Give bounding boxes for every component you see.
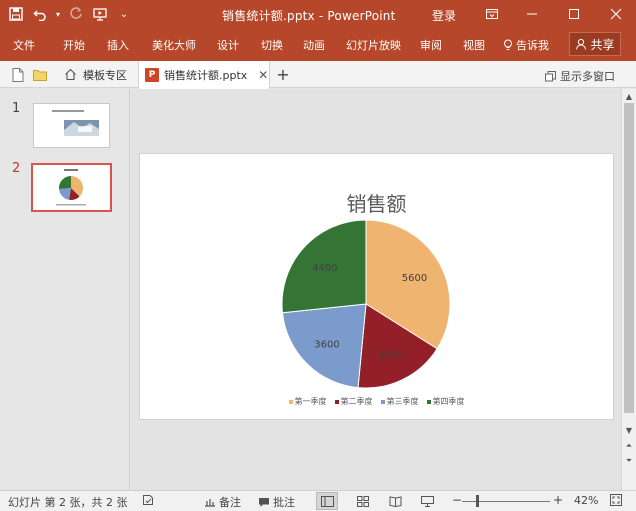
scrollbar-thumb[interactable] xyxy=(624,103,634,413)
open-folder-icon[interactable] xyxy=(32,67,48,83)
tab-close-icon[interactable]: ✕ xyxy=(258,68,268,82)
home-icon xyxy=(65,68,76,81)
new-document-icon[interactable] xyxy=(10,67,26,83)
chart-legend[interactable]: 第一季度 第二季度 第三季度 第四季度 xyxy=(140,396,613,407)
legend-entry-2[interactable]: 第二季度 xyxy=(334,396,373,407)
scroll-down-icon[interactable]: ▼ xyxy=(624,425,634,435)
minimize-icon[interactable] xyxy=(512,0,552,28)
menu-animations[interactable]: 动画 xyxy=(303,37,325,53)
normal-view-icon[interactable] xyxy=(316,492,338,510)
legend-swatch xyxy=(288,399,293,404)
maximize-icon[interactable] xyxy=(554,0,594,28)
menu-file[interactable]: 文件 xyxy=(13,37,35,53)
ribbon-display-options-icon[interactable] xyxy=(472,0,512,28)
zoom-level[interactable]: 42% xyxy=(574,494,598,507)
menu-slide-show[interactable]: 幻灯片放映 xyxy=(346,37,401,53)
spell-check-icon[interactable] xyxy=(142,494,154,506)
legend-entry-3[interactable]: 第三季度 xyxy=(380,396,419,407)
slide-1-preview xyxy=(52,110,99,136)
redo-icon[interactable] xyxy=(66,4,86,24)
scroll-up-icon[interactable]: ▲ xyxy=(624,91,634,101)
multi-window-icon xyxy=(545,70,556,81)
menu-view[interactable]: 视图 xyxy=(463,37,485,53)
tell-me-search[interactable]: 告诉我 xyxy=(503,37,549,53)
share-label: 共享 xyxy=(590,37,615,52)
previous-slide-icon[interactable]: ⏶ xyxy=(624,441,634,451)
legend-swatch xyxy=(334,399,339,404)
slide-counter: 幻灯片 第 2 张，共 2 张 xyxy=(8,496,128,509)
tab-template-zone-label: 模板专区 xyxy=(83,68,127,82)
legend-label: 第三季度 xyxy=(386,397,419,406)
slide-sorter-view-icon[interactable] xyxy=(352,492,374,510)
document-tab-bar: 模板专区 P 销售统计额.pptx ✕ + 显示多窗口 xyxy=(0,61,636,89)
pie-data-label-2[interactable]: 2900 xyxy=(378,350,403,361)
notes-label: 备注 xyxy=(219,496,241,509)
thumbnail-number-1: 1 xyxy=(12,101,21,116)
legend-label: 第一季度 xyxy=(294,397,327,406)
comments-label: 批注 xyxy=(273,496,295,509)
slide-thumbnail-1[interactable] xyxy=(33,103,110,148)
pie-data-label-4[interactable]: 4400 xyxy=(312,263,337,274)
tab-template-zone[interactable]: 模板专区 xyxy=(56,61,136,88)
legend-label: 第四季度 xyxy=(432,397,465,406)
show-multi-window-button[interactable]: 显示多窗口 xyxy=(545,68,615,84)
close-icon[interactable] xyxy=(596,0,636,28)
legend-swatch xyxy=(380,399,385,404)
window-title: 销售统计额.pptx - PowerPoint xyxy=(222,9,396,23)
zoom-out-icon[interactable]: − xyxy=(452,493,462,507)
status-bar: 幻灯片 第 2 张，共 2 张 备注 批注 − + 42% xyxy=(0,490,636,511)
share-button[interactable]: 共享 xyxy=(569,32,621,56)
legend-entry-4[interactable]: 第四季度 xyxy=(426,396,465,407)
comment-icon xyxy=(259,497,269,507)
undo-dropdown-icon[interactable]: ▾ xyxy=(54,4,62,24)
next-slide-icon[interactable]: ⏷ xyxy=(624,456,634,466)
tab-document-label: 销售统计额.pptx xyxy=(164,69,248,82)
vertical-scrollbar[interactable]: ▲ ▼ ⏶ ⏷ xyxy=(621,89,636,490)
reading-view-icon[interactable] xyxy=(384,492,406,510)
legend-label: 第二季度 xyxy=(340,397,373,406)
slide-editor-area: 销售额 5600 2900 3600 4400 第一季度 第二季度 第三季度 第四季度 xyxy=(131,89,621,490)
title-bar: ▾ ⌄ 销售统计额.pptx - PowerPoint 登录 xyxy=(0,0,636,28)
undo-icon[interactable] xyxy=(30,4,50,24)
notes-icon xyxy=(205,499,215,507)
ribbon-tabs: 文件 开始 插入 美化大师 设计 切换 动画 幻灯片放映 审阅 视图 告诉我 共… xyxy=(0,28,636,61)
quick-access-toolbar: ▾ ⌄ xyxy=(6,4,134,24)
notes-button[interactable]: 备注 xyxy=(204,494,241,510)
menu-beautify-master[interactable]: 美化大师 xyxy=(152,37,196,53)
menu-design[interactable]: 设计 xyxy=(217,37,239,53)
menu-home[interactable]: 开始 xyxy=(63,37,85,53)
fit-to-window-icon[interactable] xyxy=(610,494,622,506)
legend-entry-1[interactable]: 第一季度 xyxy=(288,396,327,407)
pie-data-label-1[interactable]: 5600 xyxy=(402,273,427,284)
pie-data-label-3[interactable]: 3600 xyxy=(314,339,339,350)
person-icon xyxy=(576,38,587,50)
legend-swatch xyxy=(426,399,431,404)
tell-me-label: 告诉我 xyxy=(516,39,549,52)
menu-transitions[interactable]: 切换 xyxy=(261,37,283,53)
customize-toolbar-icon[interactable]: ⌄ xyxy=(114,4,134,24)
thumbnail-number-2: 2 xyxy=(12,161,21,176)
login-link[interactable]: 登录 xyxy=(432,7,456,24)
slide-canvas[interactable]: 销售额 5600 2900 3600 4400 第一季度 第二季度 第三季度 第四季度 xyxy=(139,153,614,420)
slideshow-view-icon[interactable] xyxy=(416,492,438,510)
powerpoint-file-icon: P xyxy=(145,68,159,82)
zoom-slider-thumb[interactable] xyxy=(476,495,479,507)
tab-document[interactable]: P 销售统计额.pptx ✕ xyxy=(138,61,270,89)
menu-review[interactable]: 审阅 xyxy=(420,37,442,53)
slide-thumbnail-2[interactable] xyxy=(31,163,112,212)
slide-2-preview xyxy=(56,169,86,206)
comments-button[interactable]: 批注 xyxy=(258,494,295,510)
pie-chart[interactable]: 5600 2900 3600 4400 xyxy=(140,154,615,421)
new-tab-button[interactable]: + xyxy=(274,65,292,84)
slide-thumbnails-pane: 1 2 xyxy=(0,89,130,490)
save-icon[interactable] xyxy=(6,4,26,24)
zoom-in-icon[interactable]: + xyxy=(553,493,563,507)
menu-insert[interactable]: 插入 xyxy=(107,37,129,53)
show-multi-window-label: 显示多窗口 xyxy=(560,70,615,83)
lightbulb-icon xyxy=(504,39,512,50)
start-slideshow-icon[interactable] xyxy=(90,4,110,24)
